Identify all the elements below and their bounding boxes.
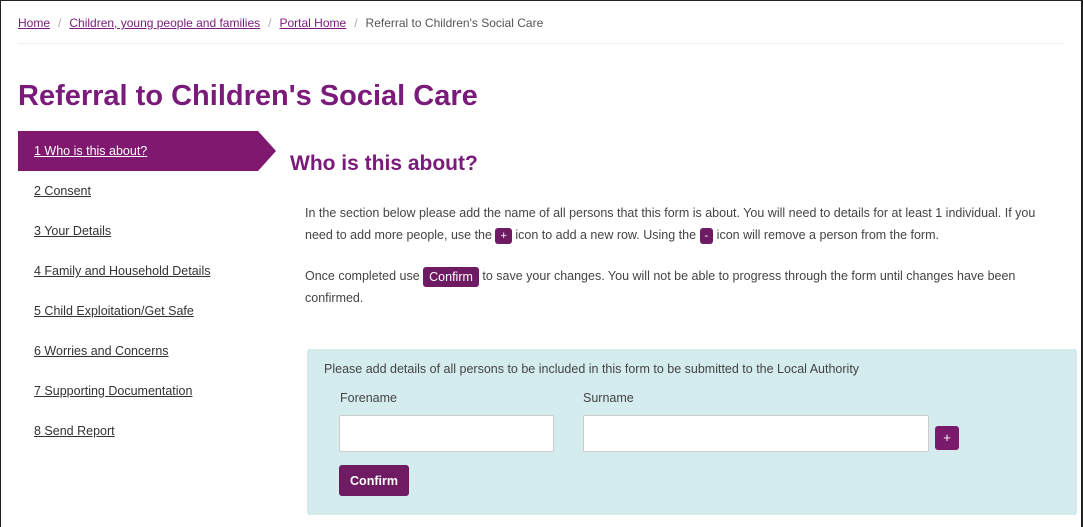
- breadcrumb-children-link[interactable]: Children, young people and families: [69, 16, 260, 30]
- breadcrumb-home-link[interactable]: Home: [18, 16, 50, 30]
- surname-input[interactable]: [583, 415, 929, 452]
- sidebar-item-child-exploitation[interactable]: 5 Child Exploitation/Get Safe: [18, 291, 278, 331]
- confirm-badge: Confirm: [423, 266, 479, 287]
- page-title: Referral to Children's Social Care: [18, 80, 478, 112]
- surname-label: Surname: [583, 391, 634, 405]
- breadcrumb-current: Referral to Children's Social Care: [365, 16, 544, 30]
- confirm-instructions-paragraph: Once completed use Confirm to save your …: [305, 265, 1065, 309]
- breadcrumb: Home / Children, young people and families…: [18, 16, 543, 30]
- instructions-text-2: icon to add a new row. Using the: [515, 228, 697, 242]
- add-person-button[interactable]: +: [935, 426, 959, 450]
- breadcrumb-divider: [18, 43, 1065, 44]
- breadcrumb-separator: /: [354, 16, 358, 30]
- plus-icon: +: [495, 227, 512, 244]
- minus-icon: -: [699, 227, 714, 244]
- sidebar-item-worries-concerns[interactable]: 6 Worries and Concerns: [18, 331, 278, 371]
- section-heading: Who is this about?: [290, 152, 478, 175]
- forename-input[interactable]: [339, 415, 554, 452]
- forename-label: Forename: [340, 391, 397, 405]
- instructions-text-3: icon will remove a person from the form.: [716, 228, 939, 242]
- sidebar-item-consent[interactable]: 2 Consent: [18, 171, 278, 211]
- instructions-paragraph: In the section below please add the name…: [305, 202, 1065, 246]
- sidebar-item-your-details[interactable]: 3 Your Details: [18, 211, 278, 251]
- breadcrumb-separator: /: [58, 16, 62, 30]
- panel-intro: Please add details of all persons to be …: [324, 362, 860, 376]
- sidebar-item-send-report[interactable]: 8 Send Report: [18, 411, 278, 451]
- confirm-button[interactable]: Confirm: [339, 465, 409, 496]
- sidebar-item-supporting-documentation[interactable]: 7 Supporting Documentation: [18, 371, 278, 411]
- persons-panel: Please add details of all persons to be …: [307, 349, 1077, 515]
- sidebar-item-who-is-this-about[interactable]: 1 Who is this about?: [18, 131, 276, 171]
- sidebar-item-family-household[interactable]: 4 Family and Household Details: [18, 251, 278, 291]
- form-steps-sidebar: 1 Who is this about? 2 Consent 3 Your De…: [18, 131, 278, 451]
- confirm-text-1: Once completed use: [305, 269, 420, 283]
- breadcrumb-separator: /: [268, 16, 272, 30]
- breadcrumb-portal-home-link[interactable]: Portal Home: [280, 16, 347, 30]
